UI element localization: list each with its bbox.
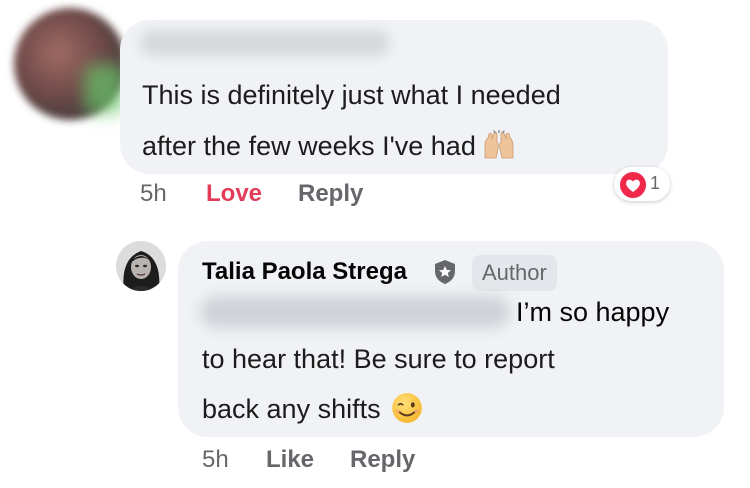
reaction-count: 1 [650, 173, 661, 193]
author-avatar-image [116, 241, 166, 291]
raising-hands-emoji-icon [484, 130, 514, 159]
reply-button[interactable]: Reply [350, 446, 415, 474]
mention-blurred[interactable] [200, 296, 510, 328]
author-avatar[interactable] [116, 241, 166, 291]
winking-face-emoji-icon [391, 393, 422, 423]
like-button[interactable]: Like [266, 446, 314, 474]
author-badge: Author [472, 255, 557, 291]
reply-text-span: back any shifts [202, 394, 381, 424]
reply-text-line-2: to hear that! Be sure to report [202, 344, 555, 374]
commenter-name-blurred[interactable] [140, 30, 390, 56]
author-name[interactable]: Talia Paola Strega [202, 258, 407, 286]
reply-button[interactable]: Reply [298, 180, 363, 208]
online-status-indicator [84, 64, 124, 114]
comment-text: This is definitely just what I needed af… [142, 70, 662, 172]
reply-text-line-3: back any shifts [202, 384, 702, 434]
shield-icon [435, 260, 455, 284]
love-button[interactable]: Love [206, 180, 262, 208]
reaction-count-badge[interactable]: 1 [614, 167, 670, 201]
comment-text-line-2: after the few weeks I've had [142, 121, 662, 172]
comment-text-line: This is definitely just what I needed [142, 80, 561, 110]
reply-text: to hear that! Be sure to report back any… [202, 334, 702, 434]
heart-icon [626, 179, 640, 192]
comment-timestamp[interactable]: 5h [140, 180, 167, 208]
comment-text-span: after the few weeks I've had [142, 131, 476, 161]
reply-text-line: I’m so happy [516, 297, 670, 327]
reply-timestamp[interactable]: 5h [202, 446, 229, 474]
heart-reaction-icon [619, 171, 647, 199]
